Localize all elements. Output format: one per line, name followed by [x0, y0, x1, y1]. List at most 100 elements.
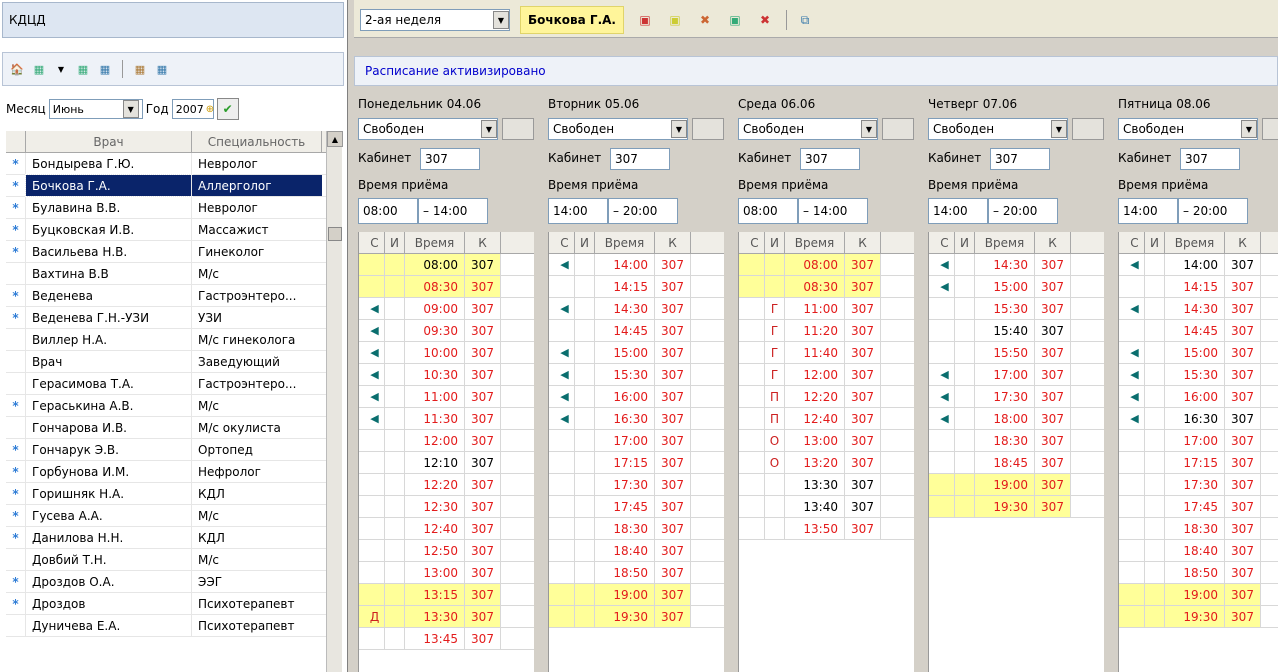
- slot-row[interactable]: 13:50 307: [739, 518, 914, 540]
- doctor-row[interactable]: * Буцковская И.В. Массажист: [6, 219, 342, 241]
- slot-row[interactable]: 14:15 307: [549, 276, 724, 298]
- slot-row[interactable]: 13:40 307: [739, 496, 914, 518]
- day-status-select[interactable]: Свободен ▼: [358, 118, 498, 140]
- slot-row[interactable]: 15:50 307: [929, 342, 1104, 364]
- slot-row[interactable]: ◀ 14:30 307: [1119, 298, 1278, 320]
- slot-row[interactable]: 12:30 307: [359, 496, 534, 518]
- slot-row[interactable]: ◀ 11:00 307: [359, 386, 534, 408]
- slot-row[interactable]: 18:40 307: [549, 540, 724, 562]
- slot-row[interactable]: ◀ 17:30 307: [929, 386, 1104, 408]
- day-action-button[interactable]: [502, 118, 534, 140]
- doctor-row[interactable]: Виллер Н.А. М/с гинеколога: [6, 329, 342, 351]
- slot-row[interactable]: ◀ 11:30 307: [359, 408, 534, 430]
- grid-icon[interactable]: ▦: [154, 61, 170, 77]
- cabinet-input[interactable]: 307: [990, 148, 1050, 170]
- slot-row[interactable]: 13:15 307: [359, 584, 534, 606]
- slot-row[interactable]: 08:30 307: [359, 276, 534, 298]
- doctor-row[interactable]: * Васильева Н.В. Гинеколог: [6, 241, 342, 263]
- slot-row[interactable]: 15:30 307: [929, 298, 1104, 320]
- slot-row[interactable]: О 13:00 307: [739, 430, 914, 452]
- day-action-button[interactable]: [692, 118, 724, 140]
- spin-icon[interactable]: ⊕: [206, 104, 214, 115]
- slot-row[interactable]: 18:30 307: [549, 518, 724, 540]
- slot-row[interactable]: 13:30 307: [739, 474, 914, 496]
- slot-row[interactable]: ◀ 10:30 307: [359, 364, 534, 386]
- day-status-select[interactable]: Свободен ▼: [1118, 118, 1258, 140]
- day-status-select[interactable]: Свободен ▼: [738, 118, 878, 140]
- doctor-row[interactable]: * Дроздов О.А. ЭЭГ: [6, 571, 342, 593]
- day-action-button[interactable]: [882, 118, 914, 140]
- slot-row[interactable]: Д 13:30 307: [359, 606, 534, 628]
- slot-row[interactable]: 14:45 307: [549, 320, 724, 342]
- slot-row[interactable]: 12:00 307: [359, 430, 534, 452]
- slot-row[interactable]: ◀ 16:00 307: [1119, 386, 1278, 408]
- doctor-row[interactable]: * Веденева Г.Н.-УЗИ УЗИ: [6, 307, 342, 329]
- year-input[interactable]: 2007 ⊕: [171, 99, 214, 119]
- slot-row[interactable]: 12:10 307: [359, 452, 534, 474]
- cabinet-input[interactable]: 307: [800, 148, 860, 170]
- slot-row[interactable]: 18:50 307: [549, 562, 724, 584]
- slot-row[interactable]: 17:00 307: [549, 430, 724, 452]
- slot-row[interactable]: 18:30 307: [929, 430, 1104, 452]
- doctor-row[interactable]: * Бондырева Г.Ю. Невролог: [6, 153, 342, 175]
- copy-doctor-icon[interactable]: ▦: [97, 61, 113, 77]
- slot-row[interactable]: 18:30 307: [1119, 518, 1278, 540]
- clear-schedule-icon[interactable]: ✖: [697, 12, 713, 28]
- slot-row[interactable]: 14:45 307: [1119, 320, 1278, 342]
- doctor-row[interactable]: * Булавина В.В. Невролог: [6, 197, 342, 219]
- doctor-row[interactable]: Герасимова Т.А. Гастроэнтеро...: [6, 373, 342, 395]
- slot-row[interactable]: 17:45 307: [1119, 496, 1278, 518]
- doctor-row[interactable]: Врач Заведующий: [6, 351, 342, 373]
- week-select[interactable]: 2-ая неделя ▼: [360, 9, 510, 31]
- slot-row[interactable]: О 13:20 307: [739, 452, 914, 474]
- doctor-row[interactable]: * Веденева Гастроэнтеро...: [6, 285, 342, 307]
- slot-row[interactable]: ◀ 15:30 307: [1119, 364, 1278, 386]
- day-action-button[interactable]: [1262, 118, 1278, 140]
- time-from-input[interactable]: 14:00: [548, 198, 608, 224]
- doctor-row[interactable]: * Гусева А.А. М/с: [6, 505, 342, 527]
- chevron-down-icon[interactable]: ▼: [1051, 120, 1067, 138]
- slot-row[interactable]: ◀ 15:00 307: [549, 342, 724, 364]
- slot-row[interactable]: ◀ 09:00 307: [359, 298, 534, 320]
- slot-row[interactable]: 17:15 307: [1119, 452, 1278, 474]
- cabinet-input[interactable]: 307: [610, 148, 670, 170]
- slot-row[interactable]: Г 11:20 307: [739, 320, 914, 342]
- doctor-row[interactable]: Дуничева Е.А. Психотерапевт: [6, 615, 342, 637]
- slot-row[interactable]: ◀ 15:00 307: [929, 276, 1104, 298]
- slot-row[interactable]: Г 12:00 307: [739, 364, 914, 386]
- time-from-input[interactable]: 08:00: [358, 198, 418, 224]
- time-to-input[interactable]: – 14:00: [798, 198, 868, 224]
- doctor-row[interactable]: Довбий Т.Н. М/с: [6, 549, 342, 571]
- slot-row[interactable]: 19:00 307: [929, 474, 1104, 496]
- doctor-row[interactable]: Гончарова И.В. М/с окулиста: [6, 417, 342, 439]
- add-doctor-icon[interactable]: ▦: [31, 61, 47, 77]
- slot-row[interactable]: 17:15 307: [549, 452, 724, 474]
- doctor-row[interactable]: * Данилова Н.Н. КДЛ: [6, 527, 342, 549]
- chevron-down-icon[interactable]: ▼: [53, 61, 69, 77]
- slot-row[interactable]: 18:40 307: [1119, 540, 1278, 562]
- slot-row[interactable]: ◀ 15:00 307: [1119, 342, 1278, 364]
- chevron-down-icon[interactable]: ▼: [671, 120, 687, 138]
- slot-row[interactable]: ◀ 16:00 307: [549, 386, 724, 408]
- edit-doctor-icon[interactable]: ▦: [75, 61, 91, 77]
- chevron-down-icon[interactable]: ▼: [1241, 120, 1257, 138]
- time-to-input[interactable]: – 20:00: [988, 198, 1058, 224]
- time-from-input[interactable]: 08:00: [738, 198, 798, 224]
- home-icon[interactable]: 🏠: [9, 61, 25, 77]
- day-action-button[interactable]: [1072, 118, 1104, 140]
- slot-row[interactable]: 08:30 307: [739, 276, 914, 298]
- slot-row[interactable]: ◀ 14:00 307: [549, 254, 724, 276]
- slot-row[interactable]: 19:30 307: [1119, 606, 1278, 628]
- slot-row[interactable]: 19:00 307: [1119, 584, 1278, 606]
- slot-row[interactable]: ◀ 14:00 307: [1119, 254, 1278, 276]
- slot-row[interactable]: ◀ 15:30 307: [549, 364, 724, 386]
- slot-row[interactable]: 18:50 307: [1119, 562, 1278, 584]
- doctor-row[interactable]: * Горбунова И.М. Нефролог: [6, 461, 342, 483]
- doctor-row[interactable]: * Бочкова Г.А. Аллерголог: [6, 174, 342, 197]
- slot-row[interactable]: ◀ 16:30 307: [1119, 408, 1278, 430]
- cabinet-input[interactable]: 307: [420, 148, 480, 170]
- doctor-row[interactable]: Вахтина В.В М/с: [6, 263, 342, 285]
- slot-row[interactable]: Г 11:00 307: [739, 298, 914, 320]
- doctor-row[interactable]: * Дроздов Психотерапевт: [6, 593, 342, 615]
- slot-row[interactable]: 17:45 307: [549, 496, 724, 518]
